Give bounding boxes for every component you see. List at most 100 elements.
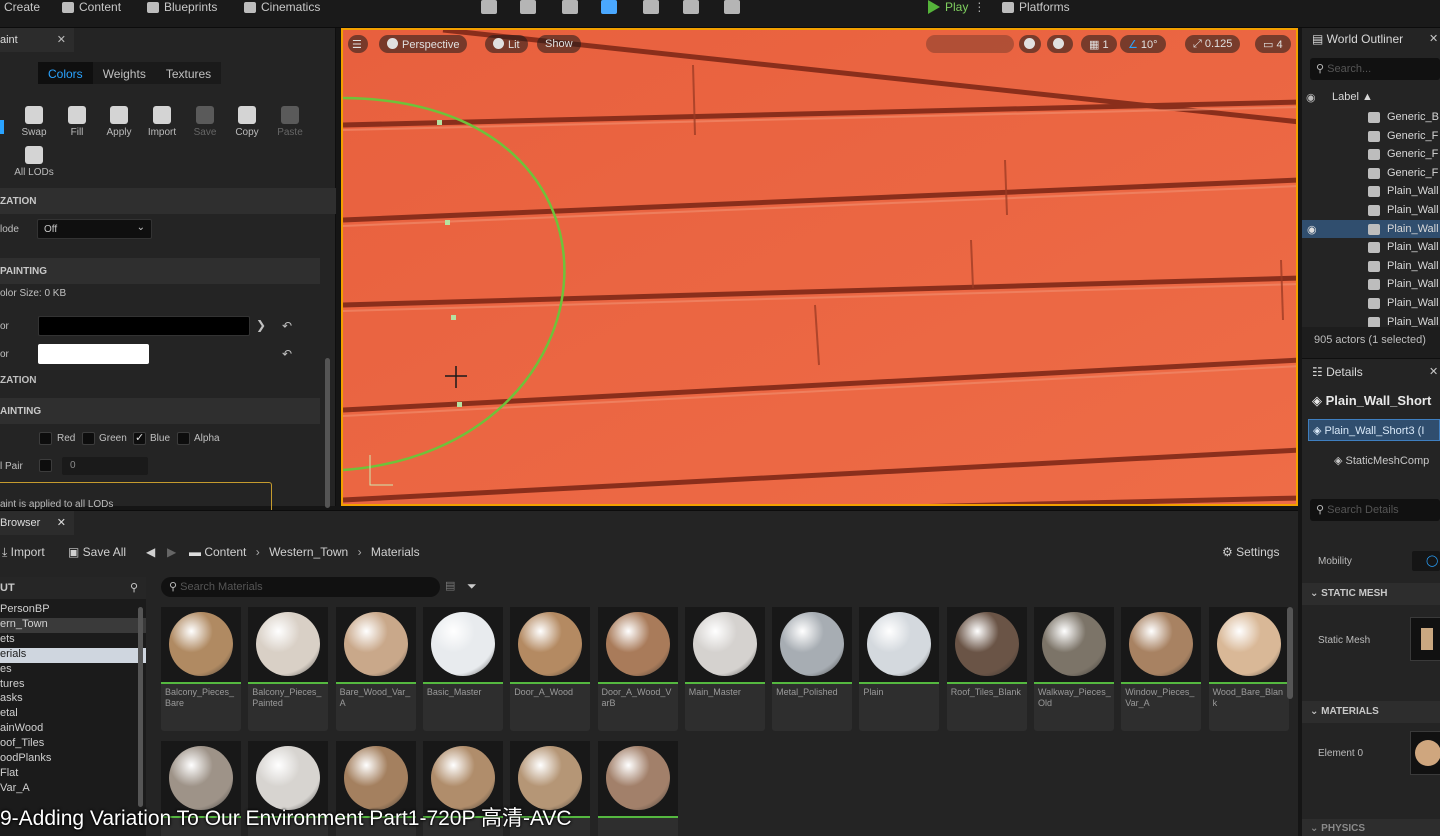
save-search-icon[interactable]: ▤: [445, 579, 455, 592]
play-button[interactable]: Play ⋮: [928, 0, 985, 14]
settings-button[interactable]: ⚙ Settings: [1222, 545, 1279, 559]
paste-tool[interactable]: Paste: [268, 106, 312, 138]
rotation-snap-button[interactable]: ∠ 10°: [1120, 35, 1166, 53]
fracture-mode-icon[interactable]: [643, 0, 659, 14]
folder-item[interactable]: asks: [0, 692, 146, 707]
material-thumbnail[interactable]: [1410, 731, 1440, 775]
apply-tool[interactable]: Apply: [97, 106, 141, 138]
swap-colors-icon[interactable]: ❯: [256, 318, 266, 332]
animation-mode-icon[interactable]: [724, 0, 740, 14]
outliner-search-input[interactable]: ⚲ Search...: [1310, 58, 1440, 80]
visibility-eye-icon[interactable]: ◉: [1307, 223, 1317, 236]
level-viewport[interactable]: ☰ Perspective Lit Show ▦ 1 ∠ 10° ⤢ 0.125…: [341, 28, 1298, 506]
breadcrumb-western-town[interactable]: Western_Town: [269, 545, 348, 559]
folder-item[interactable]: Flat: [0, 767, 146, 782]
folder-item[interactable]: PersonBP: [0, 603, 146, 618]
label-column-header[interactable]: Label ▲: [1332, 91, 1373, 103]
save-tool[interactable]: Save: [183, 106, 227, 138]
copy-tool[interactable]: Copy: [225, 106, 269, 138]
outliner-row[interactable]: Generic_F: [1302, 164, 1440, 182]
pair-checkbox[interactable]: [39, 459, 52, 472]
outliner-row[interactable]: Plain_Wall: [1302, 294, 1440, 312]
asset-tile[interactable]: Plain: [859, 607, 940, 731]
brush-edit-mode-icon[interactable]: [683, 0, 699, 14]
outliner-header[interactable]: ▤ World Outliner: [1312, 32, 1403, 46]
camera-speed-button[interactable]: ▭ 4: [1255, 35, 1291, 53]
select-mode-icon[interactable]: [481, 0, 497, 14]
folder-item[interactable]: ainWood: [0, 722, 146, 737]
transform-tools[interactable]: [926, 35, 1014, 53]
asset-tile[interactable]: Basic_Master: [422, 607, 503, 731]
folder-item[interactable]: Var_A: [0, 782, 146, 797]
green-channel-checkbox[interactable]: [82, 432, 95, 445]
world-local-toggle[interactable]: [1019, 35, 1041, 53]
landscape-mode-icon[interactable]: [520, 0, 536, 14]
foliage-mode-icon[interactable]: [562, 0, 578, 14]
grid-snap-button[interactable]: ▦ 1: [1081, 35, 1117, 53]
asset-tile[interactable]: Bare_Wood_Var_A: [335, 607, 416, 731]
close-icon[interactable]: ✕: [57, 516, 66, 529]
details-header[interactable]: ☷ Details: [1312, 365, 1363, 379]
create-menu[interactable]: Create: [4, 0, 40, 14]
cinematics-menu[interactable]: Cinematics: [244, 0, 320, 14]
blue-channel-checkbox[interactable]: [133, 431, 146, 445]
asset-tile[interactable]: Balcony_Pieces_Painted: [248, 607, 329, 731]
close-icon[interactable]: ✕: [1429, 365, 1438, 378]
import-button[interactable]: ⤓ Import: [2, 545, 45, 560]
vertex-painting-section[interactable]: AINTING: [0, 398, 320, 424]
breadcrumb-materials[interactable]: Materials: [371, 545, 420, 559]
panel-scrollbar[interactable]: [325, 358, 330, 508]
asset-tile[interactable]: Walkway_Pieces_Old: [1034, 607, 1114, 731]
outliner-row[interactable]: Generic_F: [1302, 127, 1440, 145]
outliner-row[interactable]: Plain_Wall: [1302, 201, 1440, 219]
folder-item[interactable]: es: [0, 663, 146, 678]
asset-tile[interactable]: Door_A_Wood: [510, 607, 591, 731]
mesh-paint-mode-icon[interactable]: [601, 0, 617, 14]
outliner-row[interactable]: ◉ Plain_Wall: [1302, 219, 1440, 238]
visualization-section[interactable]: ZATION: [0, 188, 336, 214]
asset-tile[interactable]: Door_A_Wood_VarB: [597, 607, 678, 731]
surface-snap-toggle[interactable]: [1047, 35, 1073, 53]
erase-color-swatch[interactable]: [38, 344, 149, 364]
content-menu[interactable]: Content: [62, 0, 121, 14]
history-forward-icon[interactable]: ▶: [167, 545, 176, 559]
visualization-mode-dropdown[interactable]: Off ⌄: [37, 219, 152, 239]
physics-section[interactable]: ⌄ PHYSICS: [1302, 819, 1440, 836]
static-mesh-section[interactable]: ⌄ STATIC MESH: [1302, 583, 1440, 605]
outliner-row[interactable]: Generic_B: [1302, 108, 1440, 126]
search-icon[interactable]: ⚲: [130, 581, 138, 594]
lit-button[interactable]: Lit: [485, 35, 528, 53]
outliner-row[interactable]: Plain_Wall: [1302, 182, 1440, 200]
outliner-row[interactable]: Plain_Wall: [1302, 238, 1440, 256]
reset-icon[interactable]: ↶: [282, 319, 292, 333]
close-icon[interactable]: ✕: [1429, 32, 1438, 45]
asset-tile[interactable]: Main_Master: [684, 607, 765, 731]
asset-tile[interactable]: Balcony_Pieces_Bare: [161, 607, 241, 731]
outliner-row[interactable]: Plain_Wall: [1302, 275, 1440, 293]
folder-item[interactable]: oof_Tiles: [0, 737, 146, 752]
materials-section[interactable]: ⌄ MATERIALS: [1302, 701, 1440, 723]
color-painting-section[interactable]: PAINTING: [0, 258, 320, 284]
fill-tool[interactable]: Fill: [55, 106, 99, 138]
folder-item[interactable]: ern_Town: [0, 617, 146, 633]
visibility-column-icon[interactable]: ◉: [1306, 91, 1316, 104]
close-icon[interactable]: ✕: [57, 33, 66, 46]
tree-scrollbar[interactable]: [138, 607, 143, 807]
asset-scrollbar[interactable]: [1287, 607, 1293, 699]
folder-item[interactable]: ets: [0, 633, 146, 648]
save-all-button[interactable]: ▣ Save All: [68, 545, 126, 559]
component-child-row[interactable]: ◈ StaticMeshComp: [1334, 454, 1429, 467]
tab-weights[interactable]: Weights: [92, 62, 156, 84]
tab-textures[interactable]: Textures: [155, 62, 222, 84]
paint-color-swatch[interactable]: [38, 316, 250, 336]
filter-icon[interactable]: ⏷: [467, 579, 477, 594]
folder-item[interactable]: erials: [0, 647, 146, 663]
asset-tile[interactable]: Wood_Bare_Blank: [1208, 607, 1289, 731]
folder-item[interactable]: oodPlanks: [0, 752, 146, 767]
component-root-row[interactable]: ◈ Plain_Wall_Short3 (I: [1308, 419, 1440, 441]
asset-tile[interactable]: Metal_Polished: [772, 607, 853, 731]
mobility-toggle[interactable]: ◯: [1412, 551, 1440, 571]
blueprints-menu[interactable]: Blueprints: [147, 0, 217, 14]
folder-item[interactable]: tures: [0, 678, 146, 693]
all-lods-tool[interactable]: All LODs: [12, 146, 56, 178]
